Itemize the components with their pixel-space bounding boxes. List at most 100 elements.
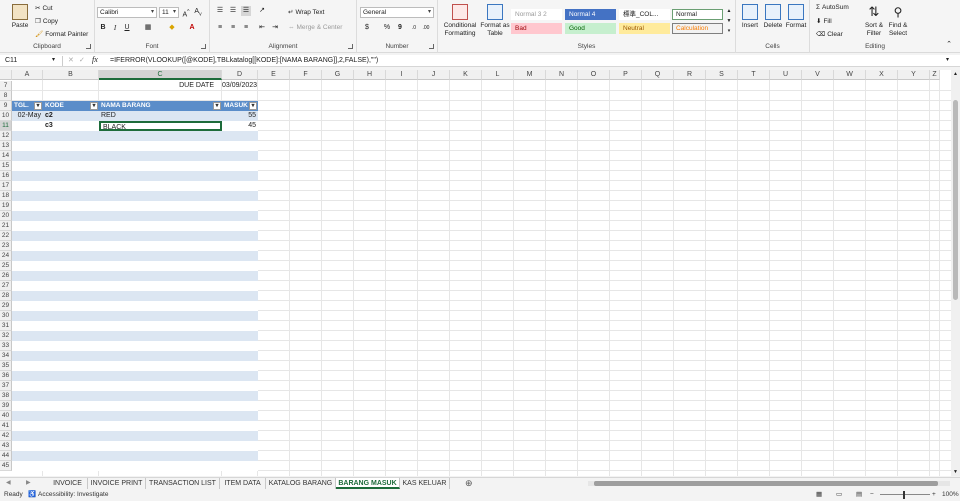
row-header[interactable]: 28 xyxy=(0,291,12,301)
row-header[interactable]: 24 xyxy=(0,251,12,261)
zoom-slider[interactable] xyxy=(880,494,930,495)
paste-button[interactable]: Paste xyxy=(9,4,31,30)
row-header[interactable]: 7 xyxy=(0,81,12,91)
row-header[interactable]: 18 xyxy=(0,191,12,201)
copy-button[interactable]: ❐ Copy xyxy=(35,17,58,26)
delete-button[interactable]: Delete xyxy=(762,4,784,30)
styles-scroll-up-icon[interactable]: ▲ xyxy=(724,6,734,16)
row-header[interactable]: 42 xyxy=(0,431,12,441)
column-header[interactable]: D xyxy=(222,70,258,80)
worksheet-grid[interactable]: ABCDEFGHIJKLMNOPQRSTUVWXYZ 7 8 9 10 11 12 13 14… xyxy=(0,70,951,476)
conditional-formatting-button[interactable]: Conditional Formatting xyxy=(441,4,479,38)
fx-icon[interactable]: fx xyxy=(92,55,98,64)
column-header[interactable]: F xyxy=(290,70,322,80)
style-calculation[interactable]: Calculation xyxy=(672,23,723,34)
sheet-tab-kas-keluar[interactable]: KAS KELUAR xyxy=(400,478,450,489)
styles-more-icon[interactable]: ▾ xyxy=(724,26,734,36)
decrease-indent-icon[interactable]: ⇤ xyxy=(257,23,267,33)
column-header[interactable]: W xyxy=(834,70,866,80)
filter-dropdown-icon[interactable]: ▾ xyxy=(213,102,221,110)
row-header[interactable]: 22 xyxy=(0,231,12,241)
insert-button[interactable]: Insert xyxy=(739,4,761,30)
align-top-icon[interactable]: ☰ xyxy=(215,6,225,16)
column-header[interactable]: P xyxy=(610,70,642,80)
select-all-corner[interactable] xyxy=(0,70,12,80)
expand-formula-icon[interactable]: ▾ xyxy=(946,56,949,63)
style-normal-3-2[interactable]: Normal 3 2 xyxy=(511,9,562,20)
row-header[interactable]: 8 xyxy=(0,91,12,101)
italic-button[interactable]: I xyxy=(110,23,120,33)
column-header[interactable]: R xyxy=(674,70,706,80)
format-button[interactable]: Format xyxy=(785,4,807,30)
row-header[interactable]: 16 xyxy=(0,171,12,181)
horizontal-scroll-thumb[interactable] xyxy=(594,481,938,486)
number-format-select[interactable]: General xyxy=(360,7,434,18)
cell-nama-barang[interactable]: RED xyxy=(99,111,222,121)
sheet-tab-item-data[interactable]: ITEM DATA xyxy=(220,478,266,489)
find-select-button[interactable]: ⚲ Find & Select xyxy=(886,4,910,38)
borders-icon[interactable]: ▦ xyxy=(143,23,153,33)
zoom-slider-thumb[interactable] xyxy=(903,491,905,499)
zoom-out-icon[interactable]: − xyxy=(870,489,874,501)
row-header[interactable]: 27 xyxy=(0,281,12,291)
formula-input[interactable]: =IFERROR(VLOOKUP([@KODE],TBLkatalog[[KOD… xyxy=(110,56,378,66)
fill-color-icon[interactable]: ◆ xyxy=(167,23,177,33)
decrease-font-icon[interactable]: Av xyxy=(193,7,203,17)
row-header[interactable]: 44 xyxy=(0,451,12,461)
column-header[interactable]: M xyxy=(514,70,546,80)
table-header-tgl[interactable]: TGL. ▾ xyxy=(12,101,43,111)
normal-view-icon[interactable]: ▦ xyxy=(816,489,822,501)
row-header[interactable]: 34 xyxy=(0,351,12,361)
enter-icon[interactable]: ✓ xyxy=(79,56,85,64)
cell-masuk[interactable]: 55 xyxy=(222,111,258,121)
format-painter-button[interactable]: 🖌 Format Painter xyxy=(35,30,88,39)
comma-style-icon[interactable]: 9 xyxy=(395,23,405,33)
decrease-decimal-icon[interactable]: .00 xyxy=(421,23,431,33)
vertical-scroll-thumb[interactable] xyxy=(953,100,958,300)
row-header[interactable]: 17 xyxy=(0,181,12,191)
merge-center-button[interactable]: ⇔ Merge & Center xyxy=(288,24,342,31)
name-box-dropdown-icon[interactable]: ▾ xyxy=(52,56,55,63)
column-header[interactable]: H xyxy=(354,70,386,80)
scroll-down-icon[interactable]: ▼ xyxy=(953,469,958,475)
row-header[interactable]: 38 xyxy=(0,391,12,401)
horizontal-scrollbar[interactable] xyxy=(588,481,950,486)
styles-scroll-down-icon[interactable]: ▼ xyxy=(724,16,734,26)
row-header[interactable]: 23 xyxy=(0,241,12,251)
table-header-nama-barang[interactable]: NAMA BARANG ▾ xyxy=(99,101,222,111)
sheet-tab-katalog-barang[interactable]: KATALOG BARANG xyxy=(266,478,336,489)
table-header-kode[interactable]: KODE ▾ xyxy=(43,101,99,111)
zoom-in-icon[interactable]: + xyxy=(932,489,936,501)
column-header[interactable]: B xyxy=(43,70,99,80)
row-header[interactable]: 20 xyxy=(0,211,12,221)
page-break-icon[interactable]: ▤ xyxy=(856,489,862,501)
align-middle-icon[interactable]: ☰ xyxy=(228,6,238,16)
due-date-value[interactable]: 03/09/2023 xyxy=(222,81,258,91)
row-header[interactable]: 21 xyxy=(0,221,12,231)
increase-font-icon[interactable]: A^ xyxy=(181,7,191,18)
font-size-select[interactable]: 11 xyxy=(159,7,179,18)
clear-button[interactable]: ⌫ Clear xyxy=(816,30,843,39)
font-launcher[interactable] xyxy=(201,44,206,49)
row-header[interactable]: 30 xyxy=(0,311,12,321)
row-header[interactable]: 31 xyxy=(0,321,12,331)
increase-indent-icon[interactable]: ⇥ xyxy=(270,23,280,33)
fill-button[interactable]: ⬇ Fill xyxy=(816,17,832,26)
row-header[interactable]: 36 xyxy=(0,371,12,381)
increase-decimal-icon[interactable]: .0 xyxy=(409,23,419,33)
sheet-tab-transaction-list[interactable]: TRANSACTION LIST xyxy=(146,478,220,489)
cell-tgl[interactable] xyxy=(12,121,43,131)
next-sheet-icon[interactable]: ▶ xyxy=(26,479,31,486)
row-header[interactable]: 40 xyxy=(0,411,12,421)
percent-icon[interactable]: % xyxy=(382,23,392,33)
collapse-ribbon-icon[interactable]: ⌃ xyxy=(944,40,954,50)
row-header[interactable]: 41 xyxy=(0,421,12,431)
filter-dropdown-icon[interactable]: ▾ xyxy=(34,102,42,110)
format-as-table-button[interactable]: Format as Table xyxy=(480,4,510,38)
row-header[interactable]: 25 xyxy=(0,261,12,271)
row-header[interactable]: 45 xyxy=(0,461,12,471)
sort-filter-button[interactable]: ⇅ Sort & Filter xyxy=(863,4,885,38)
row-header[interactable]: 10 xyxy=(0,111,12,121)
column-header[interactable]: Q xyxy=(642,70,674,80)
prev-sheet-icon[interactable]: ◀ xyxy=(6,479,11,486)
